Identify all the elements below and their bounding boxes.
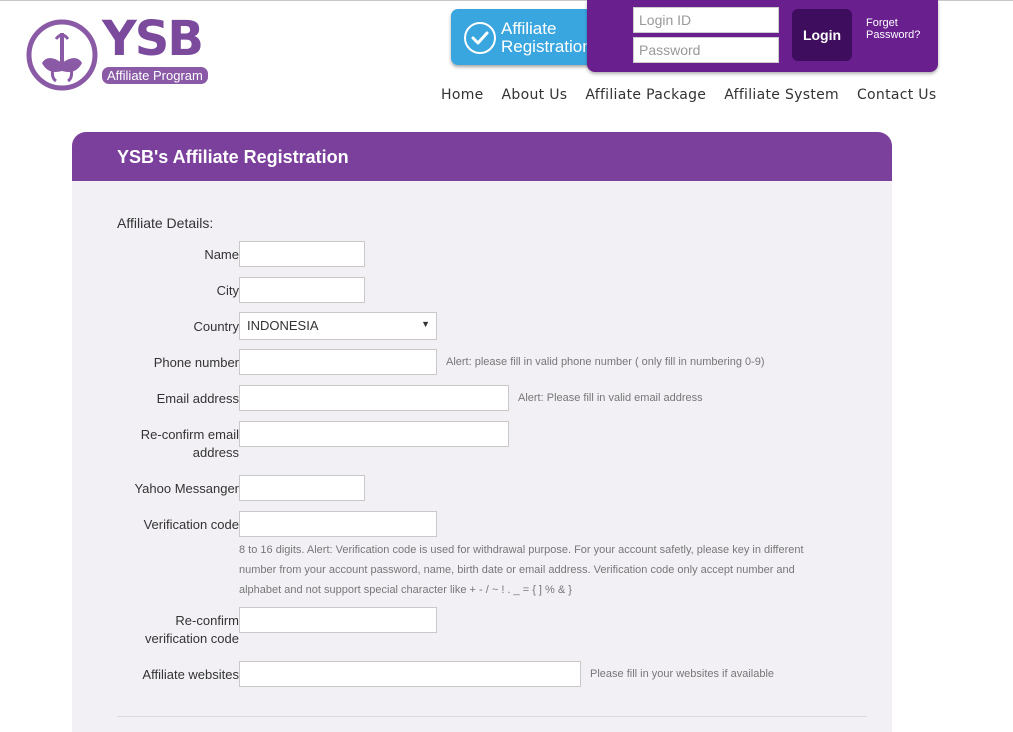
affiliate-details-heading: Affiliate Details: xyxy=(117,215,214,231)
page-title: YSB's Affiliate Registration xyxy=(117,147,349,167)
login-button[interactable]: Login xyxy=(792,9,852,61)
checkmark-icon xyxy=(464,22,496,54)
forget-password-link[interactable]: Forget Password? xyxy=(866,17,926,41)
city-label: City xyxy=(216,283,239,298)
nav-about-us[interactable]: About Us xyxy=(502,87,568,103)
registration-card: YSB's Affiliate Registration Affiliate D… xyxy=(72,132,892,732)
main-nav: Home About Us Affiliate Package Affiliat… xyxy=(441,87,936,103)
affiliate-websites-input[interactable] xyxy=(239,661,581,687)
email-hint: Alert: Please fill in valid email addres… xyxy=(518,392,703,404)
reconfirm-email-input[interactable] xyxy=(239,421,509,447)
form-divider xyxy=(117,716,867,717)
country-select-value: INDONESIA xyxy=(247,318,319,333)
phone-hint: Alert: please fill in valid phone number… xyxy=(446,356,765,368)
reconfirm-verification-label-line1: Re-confirm xyxy=(175,613,239,628)
verification-code-label: Verification code xyxy=(143,517,239,532)
reconfirm-verification-input[interactable] xyxy=(239,607,437,633)
email-label: Email address xyxy=(156,391,239,406)
nav-home[interactable]: Home xyxy=(441,87,484,103)
yahoo-messenger-label: Yahoo Messanger xyxy=(134,481,239,496)
country-select[interactable]: INDONESIA ▼ xyxy=(239,312,437,340)
country-label: Country xyxy=(193,319,239,334)
password-input[interactable] xyxy=(633,37,779,63)
logo-tagline: Affiliate Program xyxy=(102,67,208,84)
city-input[interactable] xyxy=(239,277,365,303)
affiliate-websites-label: Affiliate websites xyxy=(142,667,239,682)
yahoo-messenger-input[interactable] xyxy=(239,475,365,501)
login-panel: Login Forget Password? xyxy=(587,0,938,72)
verification-code-input[interactable] xyxy=(239,511,437,537)
nav-affiliate-system[interactable]: Affiliate System xyxy=(724,87,839,103)
phone-label: Phone number xyxy=(153,355,239,370)
nav-contact-us[interactable]: Contact Us xyxy=(857,87,936,103)
reconfirm-verification-label-line2: verification code xyxy=(145,631,239,646)
reconfirm-email-label-line2: address xyxy=(192,445,239,460)
lotus-emblem-icon xyxy=(26,19,98,91)
name-input[interactable] xyxy=(239,241,365,267)
dropdown-arrow-icon: ▼ xyxy=(421,319,430,329)
phone-input[interactable] xyxy=(239,349,437,375)
reconfirm-email-label-line1: Re-confirm email xyxy=(140,427,239,442)
logo-brand-text: YSB xyxy=(102,11,204,67)
email-input[interactable] xyxy=(239,385,509,411)
nav-affiliate-package[interactable]: Affiliate Package xyxy=(585,87,706,103)
reconfirm-verification-label: Re-confirm verification code xyxy=(145,612,239,648)
verification-code-note: 8 to 16 digits. Alert: Verification code… xyxy=(239,544,804,596)
affiliate-websites-hint: Please fill in your websites if availabl… xyxy=(590,668,775,680)
reconfirm-email-label: Re-confirm email address xyxy=(141,426,239,462)
login-id-input[interactable] xyxy=(633,7,779,33)
ysb-logo[interactable]: YSB Affiliate Program xyxy=(26,11,226,91)
name-label: Name xyxy=(204,247,239,262)
